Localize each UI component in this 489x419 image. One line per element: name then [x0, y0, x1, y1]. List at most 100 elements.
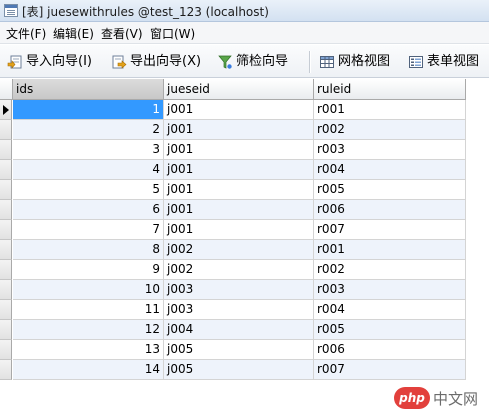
cell-ruleid[interactable]: r003 — [314, 280, 466, 300]
window-title: [表] juesewithrules @test_123 (localhost) — [22, 5, 269, 19]
watermark-text: 中文网 — [433, 390, 479, 408]
export-wizard-button[interactable]: 导出向导(X) — [111, 52, 210, 72]
cell-ruleid[interactable]: r004 — [314, 300, 466, 320]
cell-jueseid[interactable]: j001 — [164, 100, 314, 120]
grid-view-label: 网格视图 — [338, 54, 391, 69]
filter-wizard-label: 筛检向导 — [236, 54, 289, 69]
row-indicator[interactable] — [0, 220, 12, 240]
cell-jueseid[interactable]: j005 — [164, 360, 314, 380]
filter-icon — [218, 55, 232, 69]
table-row[interactable]: 12 j004 r005 — [0, 320, 466, 340]
cell-ruleid[interactable]: r006 — [314, 200, 466, 220]
cell-ruleid[interactable]: r007 — [314, 360, 466, 380]
row-indicator[interactable] — [0, 180, 12, 200]
table-row[interactable]: 4 j001 r004 — [0, 160, 466, 180]
title-bar: [表] juesewithrules @test_123 (localhost) — [0, 0, 489, 22]
row-indicator[interactable] — [0, 240, 12, 260]
cell-jueseid[interactable]: j005 — [164, 340, 314, 360]
table-row[interactable]: 14 j005 r007 — [0, 360, 466, 380]
table-row[interactable]: 7 j001 r007 — [0, 220, 466, 240]
table-row[interactable]: 9 j002 r002 — [0, 260, 466, 280]
cell-ruleid[interactable]: r001 — [314, 240, 466, 260]
table-row[interactable]: 1 j001 r001 — [0, 100, 466, 120]
row-indicator[interactable] — [0, 260, 12, 280]
row-indicator[interactable] — [0, 300, 12, 320]
cell-ids[interactable]: 12 — [13, 320, 164, 340]
cell-ruleid[interactable]: r002 — [314, 260, 466, 280]
cell-ruleid[interactable]: r005 — [314, 320, 466, 340]
cell-ruleid[interactable]: r003 — [314, 140, 466, 160]
row-indicator[interactable] — [0, 160, 12, 180]
form-view-icon — [409, 56, 423, 68]
row-indicator[interactable] — [0, 200, 12, 220]
cell-ruleid[interactable]: r005 — [314, 180, 466, 200]
form-view-label: 表单视图 — [427, 54, 480, 69]
table-row[interactable]: 8 j002 r001 — [0, 240, 466, 260]
cell-ids[interactable]: 13 — [13, 340, 164, 360]
cell-jueseid[interactable]: j001 — [164, 160, 314, 180]
cell-ids[interactable]: 1 — [13, 100, 164, 120]
cell-ids[interactable]: 8 — [13, 240, 164, 260]
table-row[interactable]: 5 j001 r005 — [0, 180, 466, 200]
watermark-badge: php — [394, 387, 430, 409]
cell-ruleid[interactable]: r001 — [314, 100, 466, 120]
current-row-arrow-icon — [3, 105, 9, 115]
row-indicator[interactable] — [0, 140, 12, 160]
watermark-logo: php 中文网 — [394, 385, 486, 411]
row-indicator[interactable] — [0, 100, 12, 120]
toolbar: 导入向导(I) 导出向导(X) 筛检向导 网格视图 表单视图 — [0, 45, 489, 78]
cell-ids[interactable]: 4 — [13, 160, 164, 180]
table-row[interactable]: 3 j001 r003 — [0, 140, 466, 160]
column-header-ids[interactable]: ids — [13, 79, 164, 100]
cell-ids[interactable]: 11 — [13, 300, 164, 320]
cell-ids[interactable]: 5 — [13, 180, 164, 200]
table-row[interactable]: 11 j003 r004 — [0, 300, 466, 320]
row-indicator[interactable] — [0, 280, 12, 300]
import-wizard-label: 导入向导(I) — [26, 54, 92, 69]
menu-window[interactable]: 窗口(W) — [150, 25, 195, 42]
table-row[interactable]: 13 j005 r006 — [0, 340, 466, 360]
data-grid: ids jueseid ruleid 1 j001 r001 2 j001 r002 3 j0… — [0, 79, 489, 419]
cell-ids[interactable]: 14 — [13, 360, 164, 380]
table-row[interactable]: 6 j001 r006 — [0, 200, 466, 220]
table-window-icon — [4, 4, 18, 17]
cell-jueseid[interactable]: j002 — [164, 260, 314, 280]
cell-ruleid[interactable]: r002 — [314, 120, 466, 140]
cell-jueseid[interactable]: j001 — [164, 200, 314, 220]
cell-jueseid[interactable]: j002 — [164, 240, 314, 260]
column-header-ruleid[interactable]: ruleid — [314, 79, 466, 100]
cell-jueseid[interactable]: j001 — [164, 120, 314, 140]
table-row[interactable]: 2 j001 r002 — [0, 120, 466, 140]
cell-jueseid[interactable]: j003 — [164, 280, 314, 300]
cell-ids[interactable]: 2 — [13, 120, 164, 140]
toolbar-separator — [309, 51, 310, 73]
row-indicator[interactable] — [0, 340, 12, 360]
cell-ids[interactable]: 6 — [13, 200, 164, 220]
cell-ids[interactable]: 9 — [13, 260, 164, 280]
form-view-button[interactable]: 表单视图 — [408, 52, 489, 72]
cell-ids[interactable]: 3 — [13, 140, 164, 160]
cell-ruleid[interactable]: r004 — [314, 160, 466, 180]
grid-view-button[interactable]: 网格视图 — [319, 52, 401, 72]
menu-edit[interactable]: 编辑(E) — [53, 25, 94, 42]
cell-ruleid[interactable]: r006 — [314, 340, 466, 360]
export-wizard-label: 导出向导(X) — [130, 54, 202, 69]
row-indicator[interactable] — [0, 120, 12, 140]
menu-file[interactable]: 文件(F) — [6, 25, 46, 42]
cell-jueseid[interactable]: j001 — [164, 180, 314, 200]
cell-jueseid[interactable]: j003 — [164, 300, 314, 320]
row-indicator[interactable] — [0, 360, 12, 380]
table-row[interactable]: 10 j003 r003 — [0, 280, 466, 300]
column-header-jueseid[interactable]: jueseid — [164, 79, 314, 100]
cell-jueseid[interactable]: j004 — [164, 320, 314, 340]
menu-view[interactable]: 查看(V) — [101, 25, 143, 42]
cell-ruleid[interactable]: r007 — [314, 220, 466, 240]
cell-ids[interactable]: 7 — [13, 220, 164, 240]
import-wizard-button[interactable]: 导入向导(I) — [7, 52, 105, 72]
cell-ids[interactable]: 10 — [13, 280, 164, 300]
row-indicator[interactable] — [0, 320, 12, 340]
cell-jueseid[interactable]: j001 — [164, 140, 314, 160]
cell-jueseid[interactable]: j001 — [164, 220, 314, 240]
menu-bar: 文件(F) 编辑(E) 查看(V) 窗口(W) — [0, 22, 489, 44]
filter-wizard-button[interactable]: 筛检向导 — [217, 52, 299, 72]
